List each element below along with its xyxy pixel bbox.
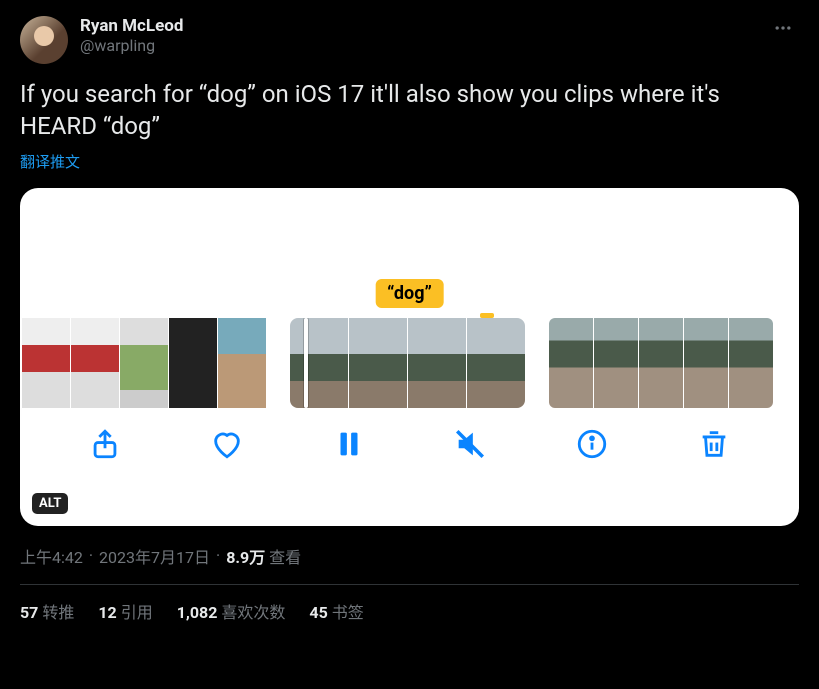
user-names: Ryan McLeod @warpling — [80, 16, 183, 56]
quotes-label: 引用 — [121, 603, 153, 622]
trash-icon — [697, 427, 731, 461]
clip-thumbnail — [290, 318, 348, 408]
avatar[interactable] — [20, 16, 68, 64]
quotes-count: 12 — [98, 603, 116, 622]
clip-thumbnail — [467, 318, 525, 408]
retweets-label: 转推 — [42, 603, 74, 622]
tweet-header: Ryan McLeod @warpling — [20, 16, 799, 64]
clip-thumbnail — [729, 318, 773, 408]
video-scrubber[interactable] — [20, 318, 799, 408]
tweet-text: If you search for “dog” on iOS 17 it'll … — [20, 78, 799, 143]
mute-button[interactable] — [448, 422, 492, 466]
speaker-muted-icon — [453, 427, 487, 461]
clip-thumbnail — [22, 318, 70, 408]
display-name[interactable]: Ryan McLeod — [80, 16, 183, 36]
views-count: 8.9万 — [226, 544, 265, 568]
favorite-button[interactable] — [205, 422, 249, 466]
retweets-count: 57 — [20, 603, 38, 622]
translate-link[interactable]: 翻译推文 — [20, 151, 80, 172]
clip-thumbnail — [349, 318, 407, 408]
divider — [20, 584, 799, 585]
likes-label: 喜欢次数 — [221, 603, 285, 622]
clip-thumbnail — [549, 318, 593, 408]
clip-thumbnail — [120, 318, 168, 408]
tweet-meta: 上午4:42 2023年7月17日 8.9万 查看 — [20, 544, 799, 568]
quotes-stat[interactable]: 12 引用 — [98, 599, 152, 623]
heart-icon — [210, 427, 244, 461]
user-handle[interactable]: @warpling — [80, 36, 183, 55]
tweet-time[interactable]: 上午4:42 — [20, 544, 83, 568]
clip-group-1 — [22, 318, 266, 408]
clip-thumbnail — [71, 318, 119, 408]
clip-thumbnail — [408, 318, 466, 408]
media-attachment[interactable]: “dog” — [20, 188, 799, 526]
media-upper-area: “dog” — [20, 188, 799, 318]
share-icon — [88, 427, 122, 461]
clip-thumbnail — [684, 318, 728, 408]
delete-button[interactable] — [692, 422, 736, 466]
more-icon — [773, 18, 793, 38]
likes-count: 1,082 — [177, 603, 218, 622]
retweets-stat[interactable]: 57转推 — [20, 599, 74, 623]
playhead-cursor[interactable] — [304, 318, 308, 408]
tweet-container: Ryan McLeod @warpling If you search for … — [0, 0, 819, 639]
bookmarks-stat[interactable]: 45 书签 — [309, 599, 363, 623]
pause-icon — [332, 427, 366, 461]
info-icon — [575, 427, 609, 461]
clip-group-3 — [549, 318, 773, 408]
clip-thumbnail — [218, 318, 266, 408]
clip-thumbnail — [639, 318, 683, 408]
alt-badge[interactable]: ALT — [32, 493, 68, 514]
clip-thumbnail — [169, 318, 217, 408]
clip-group-2-active — [290, 318, 525, 408]
tweet-stats: 57转推 12 引用 1,082喜欢次数 45 书签 — [20, 599, 799, 623]
views-label: 查看 — [269, 544, 301, 568]
media-controls — [20, 408, 799, 490]
pause-button[interactable] — [327, 422, 371, 466]
bookmarks-label: 书签 — [332, 603, 364, 622]
clip-thumbnail — [594, 318, 638, 408]
more-button[interactable] — [771, 16, 795, 40]
bookmarks-count: 45 — [309, 603, 327, 622]
share-button[interactable] — [83, 422, 127, 466]
search-tag-label: “dog” — [375, 279, 444, 308]
likes-stat[interactable]: 1,082喜欢次数 — [177, 599, 286, 623]
tweet-date[interactable]: 2023年7月17日 — [99, 544, 210, 568]
info-button[interactable] — [570, 422, 614, 466]
